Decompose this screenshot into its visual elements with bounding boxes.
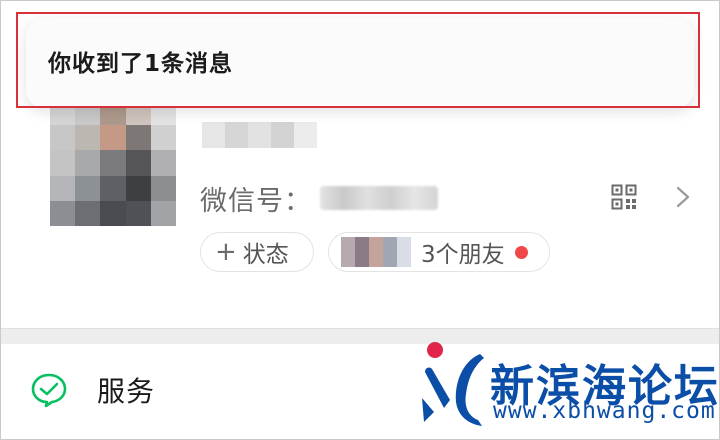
profile-nickname-blurred [202, 122, 317, 148]
unread-dot-badge [514, 245, 528, 259]
watermark-logo-icon [422, 342, 484, 426]
friends-count-label: 3个朋友 [421, 242, 505, 268]
section-separator [1, 328, 719, 344]
profile-avatar[interactable] [50, 100, 176, 226]
watermark-site-url: www.xbhwang.com [493, 398, 716, 424]
wechat-id-row[interactable]: 微信号： [200, 178, 438, 218]
qr-code-icon[interactable] [611, 184, 637, 210]
services-wallet-icon [31, 373, 67, 408]
wechat-id-label: 微信号： [200, 185, 312, 217]
notification-message: 你收到了1条消息 [48, 51, 234, 77]
add-status-button[interactable]: + 状态 [200, 232, 314, 272]
friends-status-button[interactable]: 3个朋友 [328, 232, 550, 272]
chevron-right-icon[interactable] [676, 186, 690, 208]
status-label: 状态 [242, 242, 289, 268]
menu-item-services[interactable]: 服务 [97, 370, 155, 410]
plus-icon: + [215, 237, 237, 267]
friend-avatars-blurred [341, 237, 411, 267]
wechat-id-value-blurred [320, 186, 438, 210]
